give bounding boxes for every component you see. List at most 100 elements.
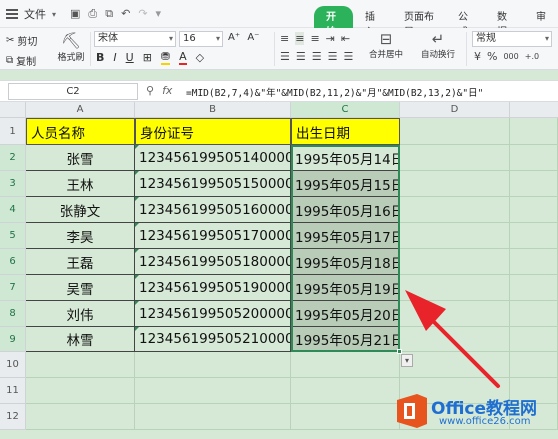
percent-button[interactable]: % (487, 50, 497, 63)
cut-button[interactable]: ✂ 剪切 (6, 32, 37, 48)
row-header[interactable]: 6 (0, 249, 26, 275)
column-header-c[interactable]: C (291, 102, 400, 118)
column-header-d[interactable]: D (400, 102, 510, 118)
cell[interactable] (510, 249, 558, 275)
save-icon[interactable]: ▣ (70, 7, 80, 21)
align-top-icon[interactable]: ≡ (280, 32, 289, 45)
column-header-a[interactable]: A (26, 102, 135, 118)
font-grow-icon[interactable]: A⁺ (228, 32, 240, 43)
cell[interactable] (400, 223, 510, 249)
cell[interactable] (510, 352, 558, 378)
more-icon[interactable]: ▾ (156, 7, 162, 21)
font-name-select[interactable]: 宋体 ▾ (94, 31, 176, 47)
id-cell[interactable]: 123456199505180000 (135, 249, 291, 275)
id-cell[interactable]: 123456199505140000 (135, 145, 291, 171)
align-center-icon[interactable]: ☰ (296, 50, 306, 63)
birth-date-cell[interactable]: 1995年05月18日 (291, 249, 400, 275)
row-header[interactable]: 3 (0, 171, 26, 197)
cell[interactable] (26, 404, 135, 430)
birth-date-cell[interactable]: 1995年05月15日 (291, 171, 400, 197)
align-bottom-icon[interactable]: ≡ (310, 32, 319, 45)
cell[interactable] (400, 275, 510, 301)
cell[interactable] (400, 197, 510, 223)
cell[interactable] (291, 404, 400, 430)
cell[interactable] (135, 404, 291, 430)
row-header[interactable]: 1 (0, 118, 26, 145)
row-header[interactable]: 9 (0, 327, 26, 352)
birth-date-cell[interactable]: 1995年05月21日 (291, 327, 400, 352)
format-painter-button[interactable]: ⛏ 格式刷 (56, 32, 86, 64)
name-cell[interactable]: 吴雪 (26, 275, 135, 301)
name-cell[interactable]: 张静文 (26, 197, 135, 223)
cell[interactable] (510, 327, 558, 352)
name-box[interactable]: C2 (8, 83, 138, 100)
select-all-corner[interactable] (0, 102, 26, 118)
font-shrink-icon[interactable]: A⁻ (247, 32, 259, 43)
cell[interactable] (135, 352, 291, 378)
file-menu[interactable]: 文件 (24, 6, 46, 22)
id-cell[interactable]: 123456199505190000 (135, 275, 291, 301)
cell[interactable] (26, 352, 135, 378)
name-cell[interactable]: 王磊 (26, 249, 135, 275)
border-icon[interactable]: ⊞ (143, 51, 152, 64)
row-header[interactable]: 5 (0, 223, 26, 249)
cell[interactable] (510, 145, 558, 171)
thousands-button[interactable]: 000 (503, 52, 518, 61)
name-cell[interactable]: 李昊 (26, 223, 135, 249)
file-dropdown-icon[interactable]: ▾ (52, 10, 56, 19)
cell[interactable] (400, 118, 510, 145)
cell[interactable] (510, 197, 558, 223)
birth-date-cell[interactable]: 1995年05月20日 (291, 301, 400, 327)
header-cell-id[interactable]: 身份证号 (135, 118, 291, 145)
number-format-select[interactable]: 常规 ▾ (472, 31, 552, 47)
column-header-e[interactable] (510, 102, 558, 118)
row-header[interactable]: 2 (0, 145, 26, 171)
id-cell[interactable]: 123456199505210000 (135, 327, 291, 352)
formula-input[interactable]: =MID(B2,7,4)&"年"&MID(B2,11,2)&"月"&MID(B2… (186, 85, 483, 99)
id-cell[interactable]: 123456199505160000 (135, 197, 291, 223)
underline-icon[interactable]: U (126, 51, 134, 64)
autofill-options-button[interactable]: ▾ (401, 354, 413, 367)
row-header[interactable]: 10 (0, 352, 26, 378)
cell[interactable] (291, 352, 400, 378)
fill-color-icon[interactable]: ⛃ (160, 50, 171, 65)
cell[interactable] (400, 249, 510, 275)
font-color-icon[interactable]: A (179, 50, 187, 65)
undo-icon[interactable]: ↶ (121, 7, 130, 21)
cell[interactable] (400, 352, 510, 378)
row-header[interactable]: 4 (0, 197, 26, 223)
cell[interactable] (135, 378, 291, 404)
row-header[interactable]: 8 (0, 301, 26, 327)
align-left-icon[interactable]: ☰ (280, 50, 290, 63)
hamburger-icon[interactable] (6, 9, 18, 19)
birth-date-cell[interactable]: 1995年05月17日 (291, 223, 400, 249)
zoom-icon[interactable]: ⚲ (146, 84, 154, 97)
print-icon[interactable]: ⎙ (88, 7, 97, 21)
wrap-text-button[interactable]: ↵ 自动换行 (416, 30, 460, 60)
font-size-select[interactable]: 16 ▾ (179, 31, 223, 47)
outdent-icon[interactable]: ⇤ (341, 32, 350, 45)
copy-button[interactable]: ⧉ 复制 (6, 52, 37, 68)
cell[interactable] (510, 223, 558, 249)
id-cell[interactable]: 123456199505170000 (135, 223, 291, 249)
merge-center-button[interactable]: ⊟ 合并居中 (364, 30, 408, 60)
clear-format-icon[interactable]: ◇ (196, 51, 204, 64)
birth-date-cell[interactable]: 1995年05月14日 (291, 145, 400, 171)
name-cell[interactable]: 张雪 (26, 145, 135, 171)
cell[interactable] (26, 378, 135, 404)
cell[interactable] (400, 327, 510, 352)
name-cell[interactable]: 林雪 (26, 327, 135, 352)
decimal-increase-icon[interactable]: +.0 (525, 52, 539, 61)
row-header[interactable]: 11 (0, 378, 26, 404)
redo-icon[interactable]: ↷ (138, 7, 147, 21)
italic-icon[interactable]: I (113, 51, 116, 64)
header-cell-birth[interactable]: 出生日期 (291, 118, 400, 145)
align-middle-icon[interactable]: ≡ (295, 32, 305, 45)
birth-date-cell[interactable]: 1995年05月16日 (291, 197, 400, 223)
cell[interactable] (510, 275, 558, 301)
cell[interactable] (510, 171, 558, 197)
align-right-icon[interactable]: ☰ (312, 50, 322, 63)
cell[interactable] (400, 145, 510, 171)
currency-icon[interactable]: ¥ (474, 50, 481, 63)
print-preview-icon[interactable]: ⧉ (105, 7, 113, 21)
